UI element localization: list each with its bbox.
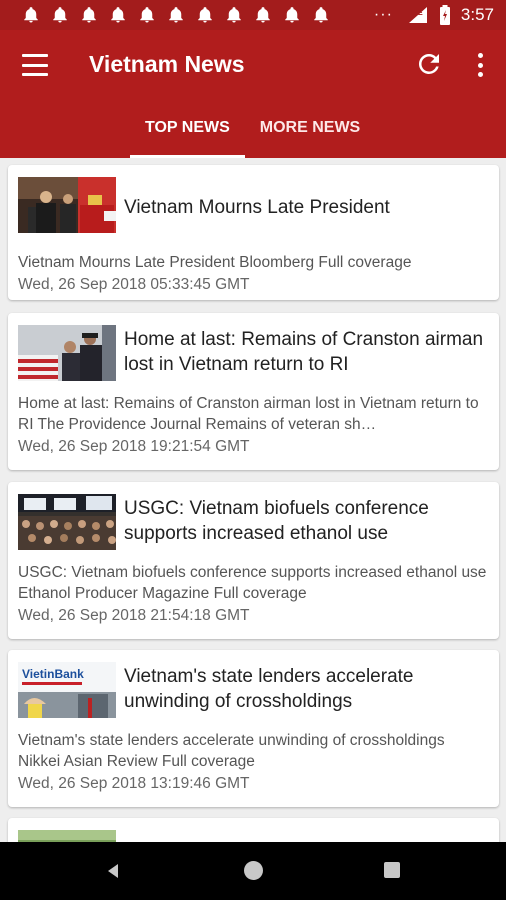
article-date: Wed, 26 Sep 2018 19:21:54 GMT: [18, 438, 250, 455]
news-feed[interactable]: Vietnam Mourns Late President Vietnam Mo…: [0, 158, 506, 842]
status-right: ··· LTE 3:57: [374, 5, 494, 25]
back-icon: [108, 864, 118, 878]
article-date: Wed, 26 Sep 2018 05:33:45 GMT: [18, 276, 250, 293]
article-title: Vietnam Mourns Late President: [124, 197, 390, 218]
bell-icon: [285, 7, 299, 23]
bell-icon: [256, 7, 270, 23]
article-date: Wed, 26 Sep 2018 13:19:46 GMT: [18, 775, 250, 792]
article-thumbnail: VietinBank: [18, 662, 116, 718]
app-bar: Vietnam News TOP NEWS MORE NEWS: [0, 30, 506, 158]
menu-icon: [22, 54, 48, 57]
tab-more-news[interactable]: MORE NEWS: [245, 116, 375, 158]
more-options-button[interactable]: [470, 50, 490, 80]
bell-icon: [198, 7, 212, 23]
recents-button[interactable]: [384, 862, 400, 878]
home-button[interactable]: [244, 861, 263, 880]
article-card[interactable]: [8, 818, 499, 842]
refresh-button[interactable]: [414, 49, 444, 79]
article-title: Vietnam's state lenders accelerate unwin…: [124, 666, 414, 712]
notification-icons: [22, 6, 330, 24]
bell-icon: [169, 7, 183, 23]
bell-icon: [227, 7, 241, 23]
clock: 3:57: [460, 5, 494, 24]
more-vert-icon: [477, 53, 483, 58]
article-card[interactable]: VietinBank Vietnam's state lenders accel…: [8, 650, 499, 807]
article-card[interactable]: Home at last: Remains of Cranston airman…: [8, 313, 499, 470]
status-bar: ··· LTE 3:57: [0, 0, 506, 30]
article-summary: USGC: Vietnam biofuels conference suppor…: [18, 564, 487, 602]
menu-button[interactable]: [20, 52, 50, 78]
article-thumbnail: [18, 494, 116, 550]
article-thumbnail: [18, 830, 116, 842]
article-card[interactable]: Vietnam Mourns Late President Vietnam Mo…: [8, 165, 499, 300]
article-summary: Vietnam's state lenders accelerate unwin…: [18, 732, 445, 770]
article-thumbnail: [18, 325, 116, 381]
overflow-notifications: ···: [373, 6, 393, 23]
back-button[interactable]: [104, 862, 122, 880]
article-summary: Vietnam Mourns Late President Bloomberg …: [18, 254, 412, 271]
lte-signal-icon: LTE: [408, 7, 427, 23]
system-nav-bar: [0, 842, 506, 900]
article-title: USGC: Vietnam biofuels conference suppor…: [124, 498, 429, 544]
article-thumbnail: [18, 177, 116, 233]
bell-icon: [111, 7, 125, 23]
bell-icon: [314, 7, 328, 23]
svg-text:VietinBank: VietinBank: [22, 667, 84, 681]
bell-icon: [53, 7, 67, 23]
article-date: Wed, 26 Sep 2018 21:54:18 GMT: [18, 607, 250, 624]
battery-icon: [439, 5, 450, 25]
refresh-icon: [418, 53, 439, 74]
tab-bar: TOP NEWS MORE NEWS: [130, 116, 375, 158]
article-summary: Home at last: Remains of Cranston airman…: [18, 395, 479, 433]
article-title: Home at last: Remains of Cranston airman…: [124, 329, 484, 375]
bell-icon: [24, 7, 38, 23]
article-card[interactable]: USGC: Vietnam biofuels conference suppor…: [8, 482, 499, 639]
tab-top-news[interactable]: TOP NEWS: [130, 116, 245, 158]
app-title: Vietnam News: [89, 51, 245, 77]
bell-icon: [82, 7, 96, 23]
bell-icon: [140, 7, 154, 23]
svg-text:LTE: LTE: [410, 10, 423, 17]
